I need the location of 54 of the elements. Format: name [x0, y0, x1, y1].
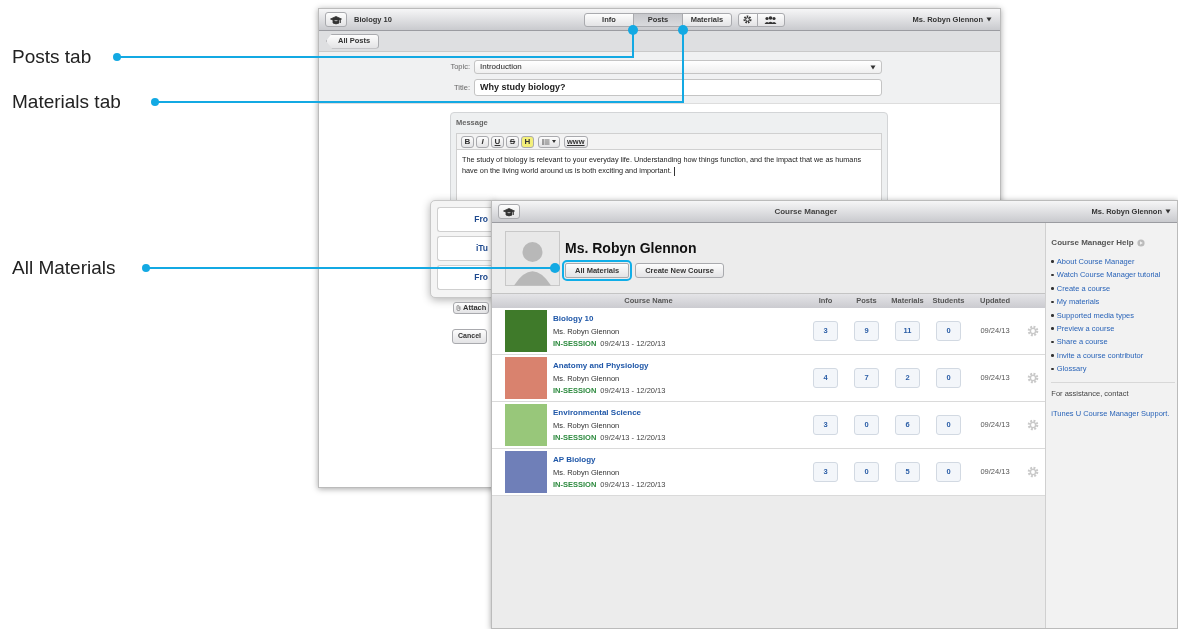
graduation-cap-icon: [330, 14, 342, 25]
bullet-icon: [1051, 354, 1054, 357]
play-circle-icon: [1136, 239, 1145, 247]
format-button[interactable]: S: [506, 135, 519, 148]
course-name-link[interactable]: Biology 10: [553, 312, 666, 325]
dropdown-caret-icon: [870, 64, 876, 70]
bullet-icon: [1051, 287, 1054, 290]
people-button[interactable]: [756, 12, 785, 27]
graduation-cap-icon: [503, 206, 515, 217]
list-button[interactable]: [538, 135, 560, 148]
list-icon: [542, 138, 550, 145]
caret-icon: [986, 17, 992, 22]
bullet-icon: [1051, 340, 1054, 344]
format-button[interactable]: B: [461, 135, 474, 148]
course-name-link[interactable]: AP Biology: [553, 453, 666, 466]
topic-select[interactable]: Introduction: [474, 60, 882, 74]
course-thumbnail-placeholder: [505, 451, 547, 493]
attach-menu-item[interactable]: iTu: [437, 236, 494, 261]
course-thumbnail-placeholder: [505, 404, 547, 446]
help-title: Course Manager Help: [1051, 237, 1134, 249]
settings-button[interactable]: [737, 12, 758, 27]
bullet-icon: [1051, 367, 1054, 371]
course-thumbnail-placeholder: [505, 310, 547, 352]
window-title: Course Manager: [773, 205, 839, 218]
bullet-icon: [1051, 314, 1054, 317]
course-thumbnail-placeholder: [505, 357, 547, 399]
callout-label: Posts tab: [12, 47, 92, 66]
title-field[interactable]: Why study biology?: [474, 79, 882, 96]
text-cursor: [673, 166, 675, 176]
bullet-icon: [1051, 300, 1054, 304]
paperclip-icon: [456, 305, 461, 311]
settings-icon[interactable]: [1027, 372, 1040, 384]
profile-name: Ms. Robyn Glennon: [565, 239, 698, 258]
callout-label: Materials tab: [12, 92, 121, 111]
course-name-link[interactable]: Environmental Science: [553, 406, 666, 419]
bullet-icon: [1051, 260, 1054, 263]
callout-label: All Materials: [12, 258, 116, 277]
home-button[interactable]: [498, 204, 520, 219]
format-button[interactable]: U: [491, 135, 504, 148]
course-name-link[interactable]: Anatomy and Physiology: [553, 359, 666, 372]
course-home-button[interactable]: [325, 12, 347, 27]
attach-menu-item[interactable]: Fro: [437, 207, 494, 232]
settings-icon[interactable]: [1027, 325, 1040, 337]
caret-icon: [1165, 209, 1171, 214]
settings-icon[interactable]: [1027, 419, 1040, 431]
caret-icon: [552, 140, 556, 144]
settings-icon: [743, 15, 753, 24]
bullet-icon: [1051, 327, 1054, 330]
settings-icon[interactable]: [1027, 466, 1040, 478]
people-icon: [764, 15, 778, 24]
bullet-icon: [1051, 273, 1054, 277]
format-button[interactable]: H: [521, 135, 534, 148]
profile-photo-placeholder: [505, 230, 560, 286]
format-button[interactable]: I: [476, 135, 489, 148]
